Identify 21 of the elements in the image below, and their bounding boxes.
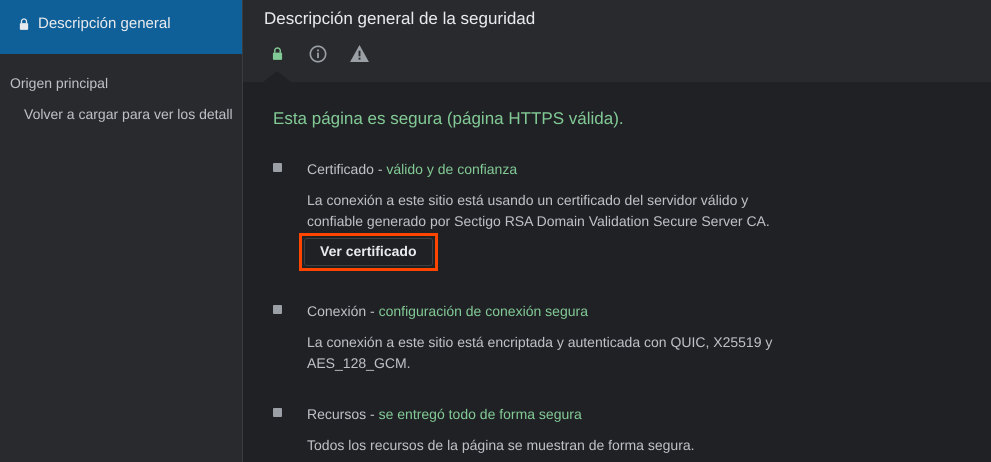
sidebar-item[interactable]: Descripción general	[0, 0, 242, 54]
section-description: Todos los recursos de la página se muestran de forma segura.	[307, 436, 696, 455]
warning-icon	[350, 45, 368, 62]
sidebar-item[interactable]: Volver a cargar para ver los detall	[0, 104, 242, 125]
section-description: La conexión a este sitio está usando un certificado del servidor válido y confiable generado por Sectigo RSA Domain Validation Secure Server CA.	[307, 190, 771, 231]
lock-icon	[272, 47, 282, 60]
section-title: Origen principal	[9, 74, 110, 93]
bullet-icon	[273, 304, 282, 314]
headline: Esta página es segura (página HTTPS válida).	[273, 108, 625, 130]
bullet-icon	[273, 408, 282, 416]
bullet-icon	[273, 162, 282, 172]
section-heading: Recursos - se entregó todo de forma segura	[307, 404, 583, 424]
info-icon	[309, 44, 327, 62]
view-certificate-button[interactable]: Ver certificado	[304, 238, 432, 266]
section-heading: Certificado - válido y de confianza	[307, 160, 518, 179]
tab[interactable]	[349, 44, 369, 64]
tab[interactable]	[308, 44, 328, 64]
lock-icon	[19, 18, 29, 30]
section-description: La conexión a este sitio está encriptada y autenticada con QUIC, X25519 y AES_128_GCM.	[307, 332, 774, 373]
section-heading: Conexión - configuración de conexión segura	[307, 302, 589, 321]
panel-title: Descripción general de la seguridad	[264, 8, 536, 30]
